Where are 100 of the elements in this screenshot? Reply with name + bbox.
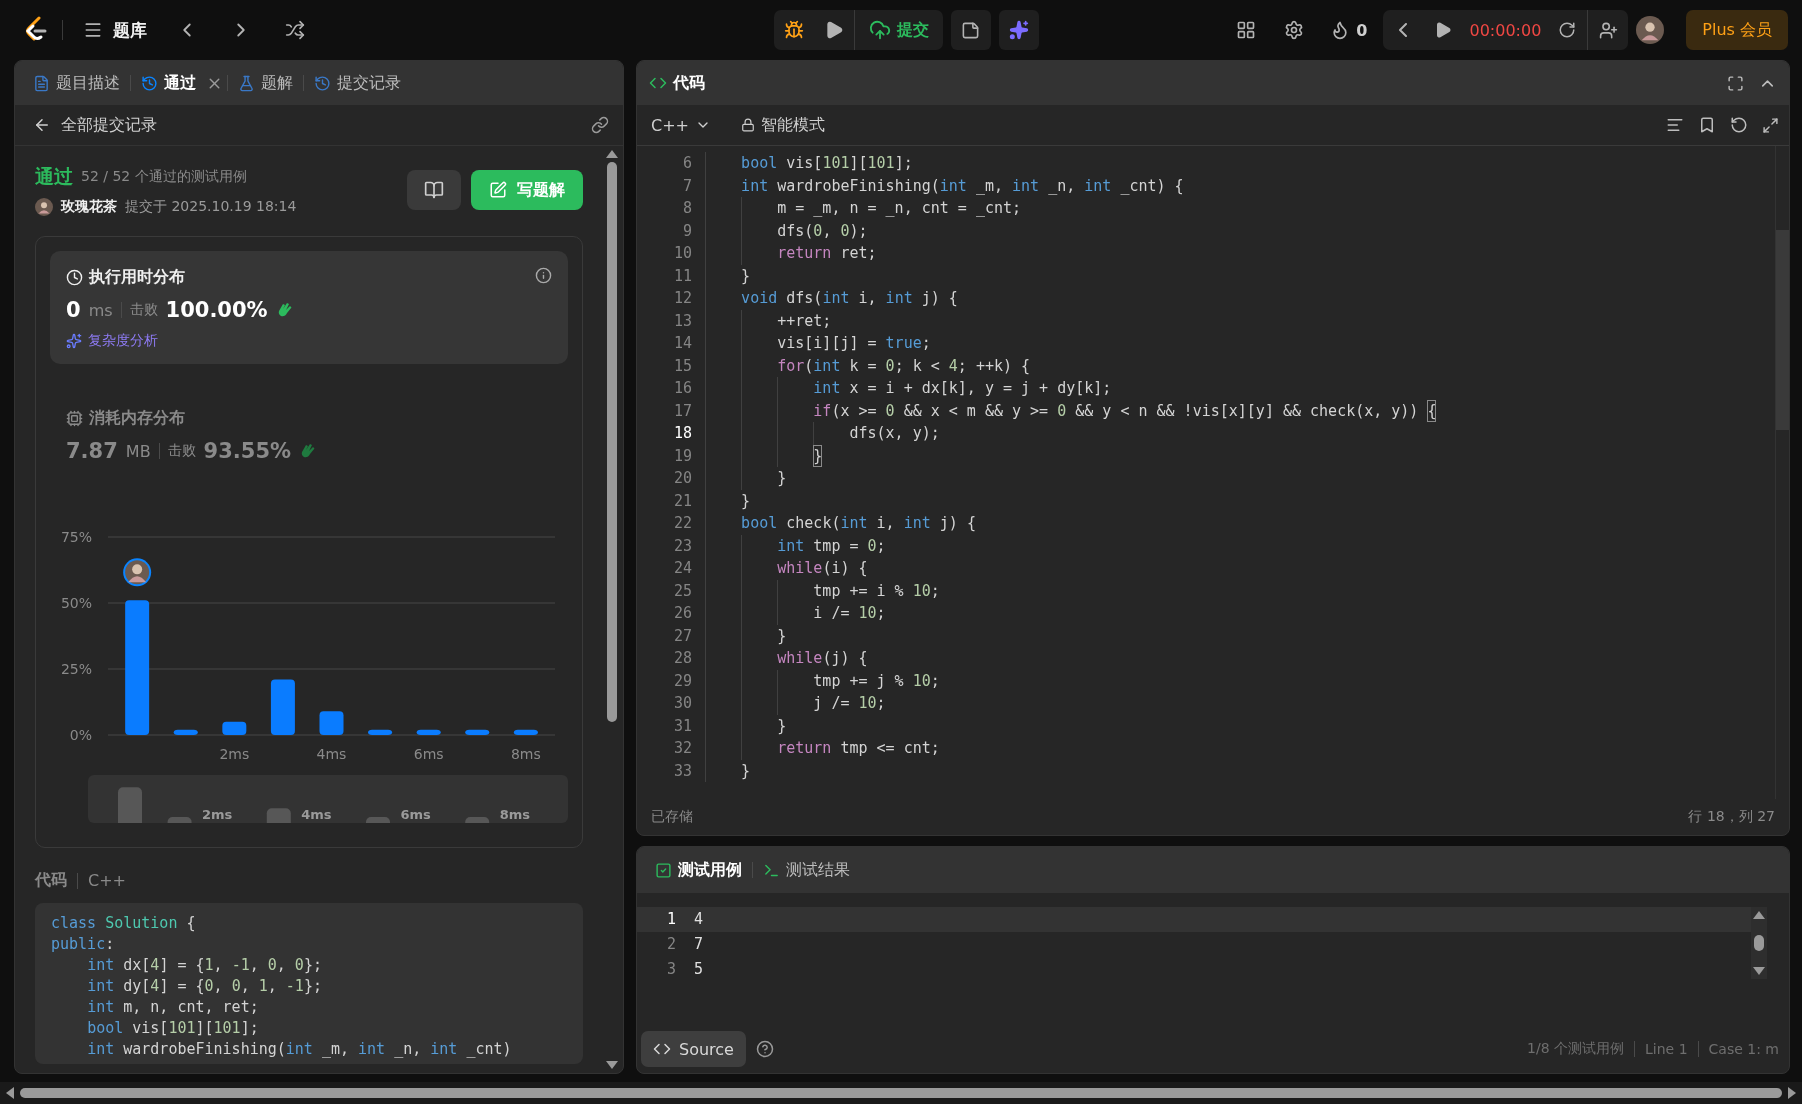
note-icon (961, 20, 980, 40)
panel-tab[interactable]: 通过 (135, 67, 202, 99)
checkbox-icon (655, 861, 672, 879)
y-tick-label: 25% (60, 661, 92, 677)
stat-title-text: 执行用时分布 (89, 267, 185, 288)
avatar (35, 198, 53, 216)
panel-tab[interactable]: 题目描述 (27, 67, 126, 99)
note-button[interactable] (950, 10, 991, 50)
expand-icon[interactable] (1762, 116, 1779, 134)
shuffle-icon (285, 20, 305, 40)
line-number: 9 (682, 220, 692, 242)
bookmark-icon[interactable] (1698, 116, 1716, 134)
history-icon (314, 74, 331, 92)
user-name[interactable]: 玫瑰花茶 (61, 198, 117, 216)
grid-icon (1236, 20, 1257, 40)
horizontal-scrollbar[interactable] (0, 1082, 1802, 1104)
panel-tab[interactable]: 测试用例 (649, 854, 748, 886)
code-line: } (705, 714, 787, 737)
line-number: 3 (667, 959, 677, 980)
stat-value: 7.87 (66, 439, 118, 463)
line-number: 27 (673, 625, 692, 647)
streak-button[interactable]: 0 (1322, 10, 1376, 50)
code-line: int x = i + dx[k], y = j + dy[k]; (705, 377, 1112, 400)
back-link[interactable]: 全部提交记录 (27, 113, 163, 137)
history-icon (141, 74, 158, 92)
chart-bar (513, 729, 538, 735)
line-number: 33 (673, 760, 692, 782)
beats-value: 93.55% (203, 439, 292, 463)
panel-tab[interactable]: 提交记录 (308, 67, 407, 99)
code-line: } (705, 264, 751, 287)
link-icon[interactable] (591, 116, 609, 134)
beats-label: 击败 (167, 442, 196, 460)
lock-icon (741, 118, 755, 132)
code-line: tmp += j % 10; (705, 669, 940, 692)
chart-overview[interactable]: 2ms 4ms 6ms 8ms (88, 775, 568, 823)
code-line: int dy[4] = {0, 0, 1, -1}; (86, 976, 323, 997)
code-line: } (705, 489, 751, 512)
mode-label[interactable]: 智能模式 (741, 114, 825, 136)
overview-bar (118, 787, 142, 823)
line-number: 18 (673, 423, 692, 444)
status-item: 1/8 个测试用例 (1527, 1040, 1624, 1058)
axis-label: 8ms (499, 807, 530, 822)
line-number: 32 (673, 738, 692, 759)
line-number: 30 (673, 693, 692, 714)
panel-tab[interactable]: 测试结果 (757, 854, 856, 886)
code-line: int dx[4] = {1, -1, 0, 0}; (86, 955, 323, 976)
code-line: j /= 10; (705, 692, 886, 715)
stat-card[interactable]: 消耗内存分布 7.87 MB 击败 93.55% (50, 392, 568, 477)
status-item: Line 1 (1645, 1041, 1688, 1057)
info-icon[interactable] (535, 267, 552, 284)
line-number: 17 (673, 400, 692, 422)
code-line: for(int k = 0; k < 4; ++k) { (705, 354, 1031, 377)
code-line: int wardrobeFinishing(int _m, int _n, int _cnt) (86, 1039, 513, 1060)
scrollbar[interactable] (1751, 907, 1767, 979)
clock-icon (66, 269, 83, 286)
reset-icon[interactable] (1730, 116, 1748, 134)
line-number: 19 (673, 445, 692, 467)
plus-button[interactable]: Plus 会员 (1686, 10, 1788, 50)
library-link[interactable]: 题库 (77, 12, 153, 48)
overview-bar (167, 817, 192, 823)
axis-label: 6ms (400, 807, 431, 822)
stat-unit: ms (88, 300, 113, 320)
line-number: 12 (673, 288, 692, 309)
line-number: 28 (673, 648, 692, 669)
axis-label: 4ms (301, 807, 332, 822)
stat-card[interactable]: 执行用时分布 0 ms 击败 100.00% 复杂度分析 (50, 251, 568, 364)
line-number: 24 (673, 558, 692, 579)
scrollbar[interactable] (605, 150, 619, 1069)
complexity-link[interactable]: 复杂度分析 (66, 332, 552, 350)
format-icon[interactable] (1666, 116, 1684, 134)
clap-icon (299, 442, 318, 460)
fullscreen-icon[interactable] (1727, 74, 1744, 92)
x-tick-label: 4ms (316, 746, 347, 762)
notes-button[interactable] (407, 170, 461, 210)
line-number: 25 (673, 580, 692, 602)
code-line: while(j) { (705, 647, 868, 670)
avatar (123, 558, 152, 587)
source-button[interactable]: Source (641, 1031, 746, 1067)
line-number: 26 (673, 603, 692, 624)
scrollbar[interactable] (1775, 146, 1789, 799)
beats-label: 击败 (129, 301, 158, 319)
y-tick-label: 75% (60, 529, 92, 545)
help-icon[interactable] (755, 1040, 774, 1058)
line-number: 31 (673, 715, 692, 737)
line-number: 15 (673, 355, 692, 377)
panel-tab[interactable]: 题解 (232, 67, 299, 99)
x-tick-label: 2ms (219, 746, 250, 762)
chart-bar (368, 729, 393, 735)
testcase-value: 7 (694, 934, 704, 955)
code-line: } (705, 467, 787, 490)
chip-icon (66, 410, 83, 427)
ai-button[interactable] (998, 10, 1039, 50)
book-icon (424, 180, 444, 200)
overview-bar (366, 817, 390, 823)
testcase-value: 5 (694, 959, 704, 980)
language-select[interactable]: C++ (647, 115, 715, 135)
avatar (1636, 16, 1665, 44)
code-line: } (705, 444, 823, 467)
settings-icon (1284, 20, 1305, 40)
line-number: 23 (673, 535, 692, 557)
